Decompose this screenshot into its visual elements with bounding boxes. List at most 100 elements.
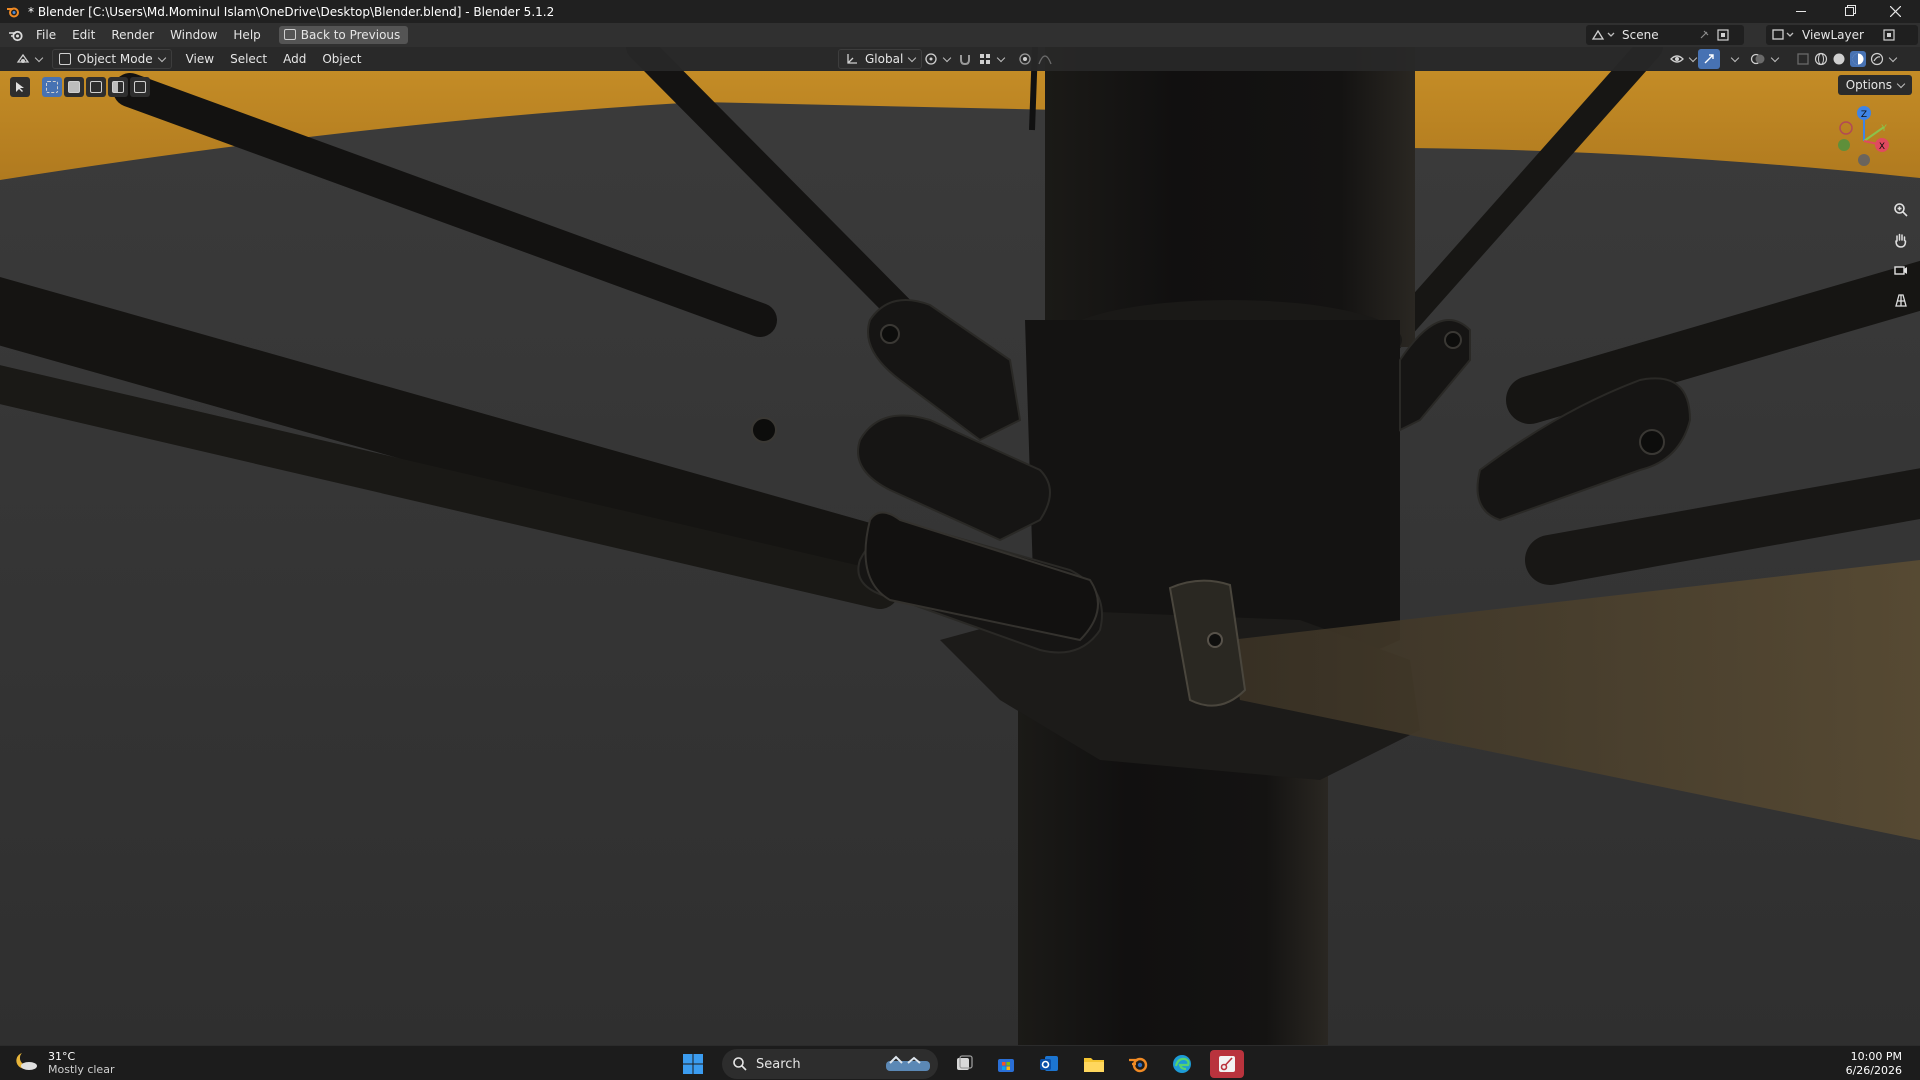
material-shading-button[interactable] bbox=[1850, 51, 1866, 67]
close-window-button[interactable] bbox=[1872, 0, 1918, 23]
perspective-toggle-button[interactable] bbox=[1888, 287, 1914, 313]
clock-time: 10:00 PM bbox=[1850, 1050, 1902, 1063]
menu-help[interactable]: Help bbox=[225, 25, 268, 45]
select-mode-toolbar bbox=[10, 77, 150, 97]
screen-icon bbox=[283, 29, 296, 40]
edge-button[interactable] bbox=[1168, 1050, 1196, 1078]
menu-render[interactable]: Render bbox=[103, 25, 162, 45]
viewlayer-selector[interactable]: ViewLayer bbox=[1766, 25, 1918, 45]
gizmo-neg-z[interactable] bbox=[1858, 154, 1870, 166]
select-invert-button[interactable] bbox=[108, 77, 128, 97]
blender-app-icon bbox=[7, 7, 19, 17]
blender-menu-logo[interactable] bbox=[4, 23, 28, 47]
select-extend-icon bbox=[68, 81, 80, 93]
menu-object[interactable]: Object bbox=[314, 49, 369, 69]
viewlayer-icon bbox=[1772, 29, 1794, 40]
overlays-toggle[interactable] bbox=[1744, 49, 1784, 69]
restore-icon bbox=[1844, 7, 1854, 16]
snap-grid-icon bbox=[980, 54, 990, 64]
chevron-down-icon bbox=[942, 53, 952, 62]
select-subtract-button[interactable] bbox=[86, 77, 106, 97]
start-button[interactable] bbox=[679, 1050, 707, 1078]
object-mode-icon bbox=[59, 53, 71, 65]
snipping-tool-button[interactable] bbox=[1210, 1050, 1244, 1078]
rendered-shading-icon[interactable] bbox=[1870, 52, 1884, 66]
viewport-scene-render bbox=[0, 47, 1920, 1045]
overlays-icon bbox=[1750, 53, 1765, 65]
outlook-button[interactable] bbox=[1035, 1050, 1063, 1078]
chevron-down-icon bbox=[1888, 53, 1898, 62]
menu-window[interactable]: Window bbox=[162, 25, 225, 45]
pin-icon bbox=[1700, 30, 1709, 39]
search-label: Search bbox=[756, 1056, 801, 1072]
transform-orientation-dropdown[interactable]: Global bbox=[838, 49, 923, 69]
select-new-button[interactable] bbox=[42, 77, 62, 97]
navigation-gizmo[interactable]: Z Y X bbox=[1824, 101, 1904, 181]
system-clock[interactable]: 10:00 PM 6/26/2026 bbox=[1846, 1050, 1902, 1078]
select-subtract-icon bbox=[90, 81, 102, 93]
chevron-down-icon bbox=[34, 53, 44, 62]
windows-taskbar: 31°C Mostly clear Search 10:00 PM 6/26/2… bbox=[0, 1045, 1920, 1080]
editor-type-dropdown[interactable] bbox=[10, 49, 48, 69]
minimize-button[interactable] bbox=[1778, 0, 1824, 23]
moon-cloud-icon bbox=[16, 1053, 37, 1070]
grid-icon bbox=[1895, 294, 1907, 307]
taskbar-search[interactable]: Search bbox=[722, 1049, 938, 1079]
gizmo-neg-y[interactable] bbox=[1838, 139, 1850, 151]
chevron-down-icon bbox=[1896, 79, 1906, 88]
gizmo-toggle[interactable] bbox=[1698, 49, 1720, 69]
task-view-button[interactable] bbox=[950, 1050, 978, 1078]
chevron-down-icon bbox=[1688, 53, 1698, 62]
task-view-icon bbox=[957, 1055, 973, 1070]
menu-view[interactable]: View bbox=[178, 49, 222, 69]
zoom-button[interactable] bbox=[1888, 197, 1914, 223]
pivot-icon bbox=[925, 53, 937, 65]
solid-shading-icon[interactable] bbox=[1832, 52, 1846, 66]
back-to-previous-button[interactable]: Back to Previous bbox=[278, 26, 409, 44]
viewlayer-name: ViewLayer bbox=[1802, 28, 1864, 42]
pivot-point-dropdown[interactable] bbox=[918, 49, 956, 69]
back-to-previous-label: Back to Previous bbox=[300, 28, 401, 42]
camera-icon bbox=[1894, 266, 1907, 275]
visibility-dropdown[interactable] bbox=[1664, 49, 1702, 69]
edge-icon bbox=[1173, 1055, 1191, 1073]
scene-name: Scene bbox=[1622, 28, 1659, 42]
select-intersect-button[interactable] bbox=[130, 77, 150, 97]
restore-button[interactable] bbox=[1826, 0, 1872, 23]
menu-file[interactable]: File bbox=[28, 25, 64, 45]
falloff-icon bbox=[1038, 55, 1052, 65]
gizmo-x-label: X bbox=[1879, 142, 1885, 152]
3d-viewport-icon bbox=[16, 53, 30, 63]
3d-viewport[interactable]: Options Z Y X bbox=[0, 47, 1920, 1045]
object-mode-dropdown[interactable]: Object Mode bbox=[52, 49, 172, 69]
snap-target-dropdown[interactable] bbox=[972, 49, 1010, 69]
clock-date: 6/26/2026 bbox=[1845, 1064, 1902, 1077]
proportional-editing-toggle[interactable] bbox=[1012, 49, 1058, 69]
options-dropdown[interactable]: Options bbox=[1837, 75, 1912, 95]
new-viewlayer-icon[interactable] bbox=[1882, 28, 1896, 42]
cursor-icon bbox=[16, 82, 24, 92]
menu-select[interactable]: Select bbox=[222, 49, 275, 69]
gizmo-z-label: Z bbox=[1861, 110, 1867, 120]
gizmo-neg-x[interactable] bbox=[1839, 121, 1853, 135]
zoom-icon bbox=[1894, 203, 1908, 217]
store-icon bbox=[998, 1059, 1014, 1072]
axis-orientation-icon bbox=[847, 54, 857, 64]
file-explorer-button[interactable] bbox=[1080, 1050, 1108, 1078]
store-button[interactable] bbox=[992, 1050, 1020, 1078]
gizmo-dropdown[interactable] bbox=[1720, 49, 1744, 69]
scene-selector[interactable]: Scene bbox=[1586, 25, 1744, 45]
select-extend-button[interactable] bbox=[64, 77, 84, 97]
blender-taskbar-button[interactable] bbox=[1124, 1050, 1152, 1078]
search-highlight-icon bbox=[886, 1055, 930, 1071]
transform-orientation-label: Global bbox=[865, 52, 904, 66]
wireframe-shading-icon[interactable] bbox=[1814, 52, 1828, 66]
new-scene-icon[interactable] bbox=[1716, 28, 1730, 42]
select-tool-button[interactable] bbox=[10, 77, 30, 97]
pan-button[interactable] bbox=[1888, 227, 1914, 253]
menu-add[interactable]: Add bbox=[275, 49, 314, 69]
camera-view-button[interactable] bbox=[1888, 257, 1914, 283]
search-icon bbox=[733, 1057, 747, 1071]
menu-edit[interactable]: Edit bbox=[64, 25, 103, 45]
weather-widget[interactable]: 31°C Mostly clear bbox=[14, 1050, 114, 1076]
